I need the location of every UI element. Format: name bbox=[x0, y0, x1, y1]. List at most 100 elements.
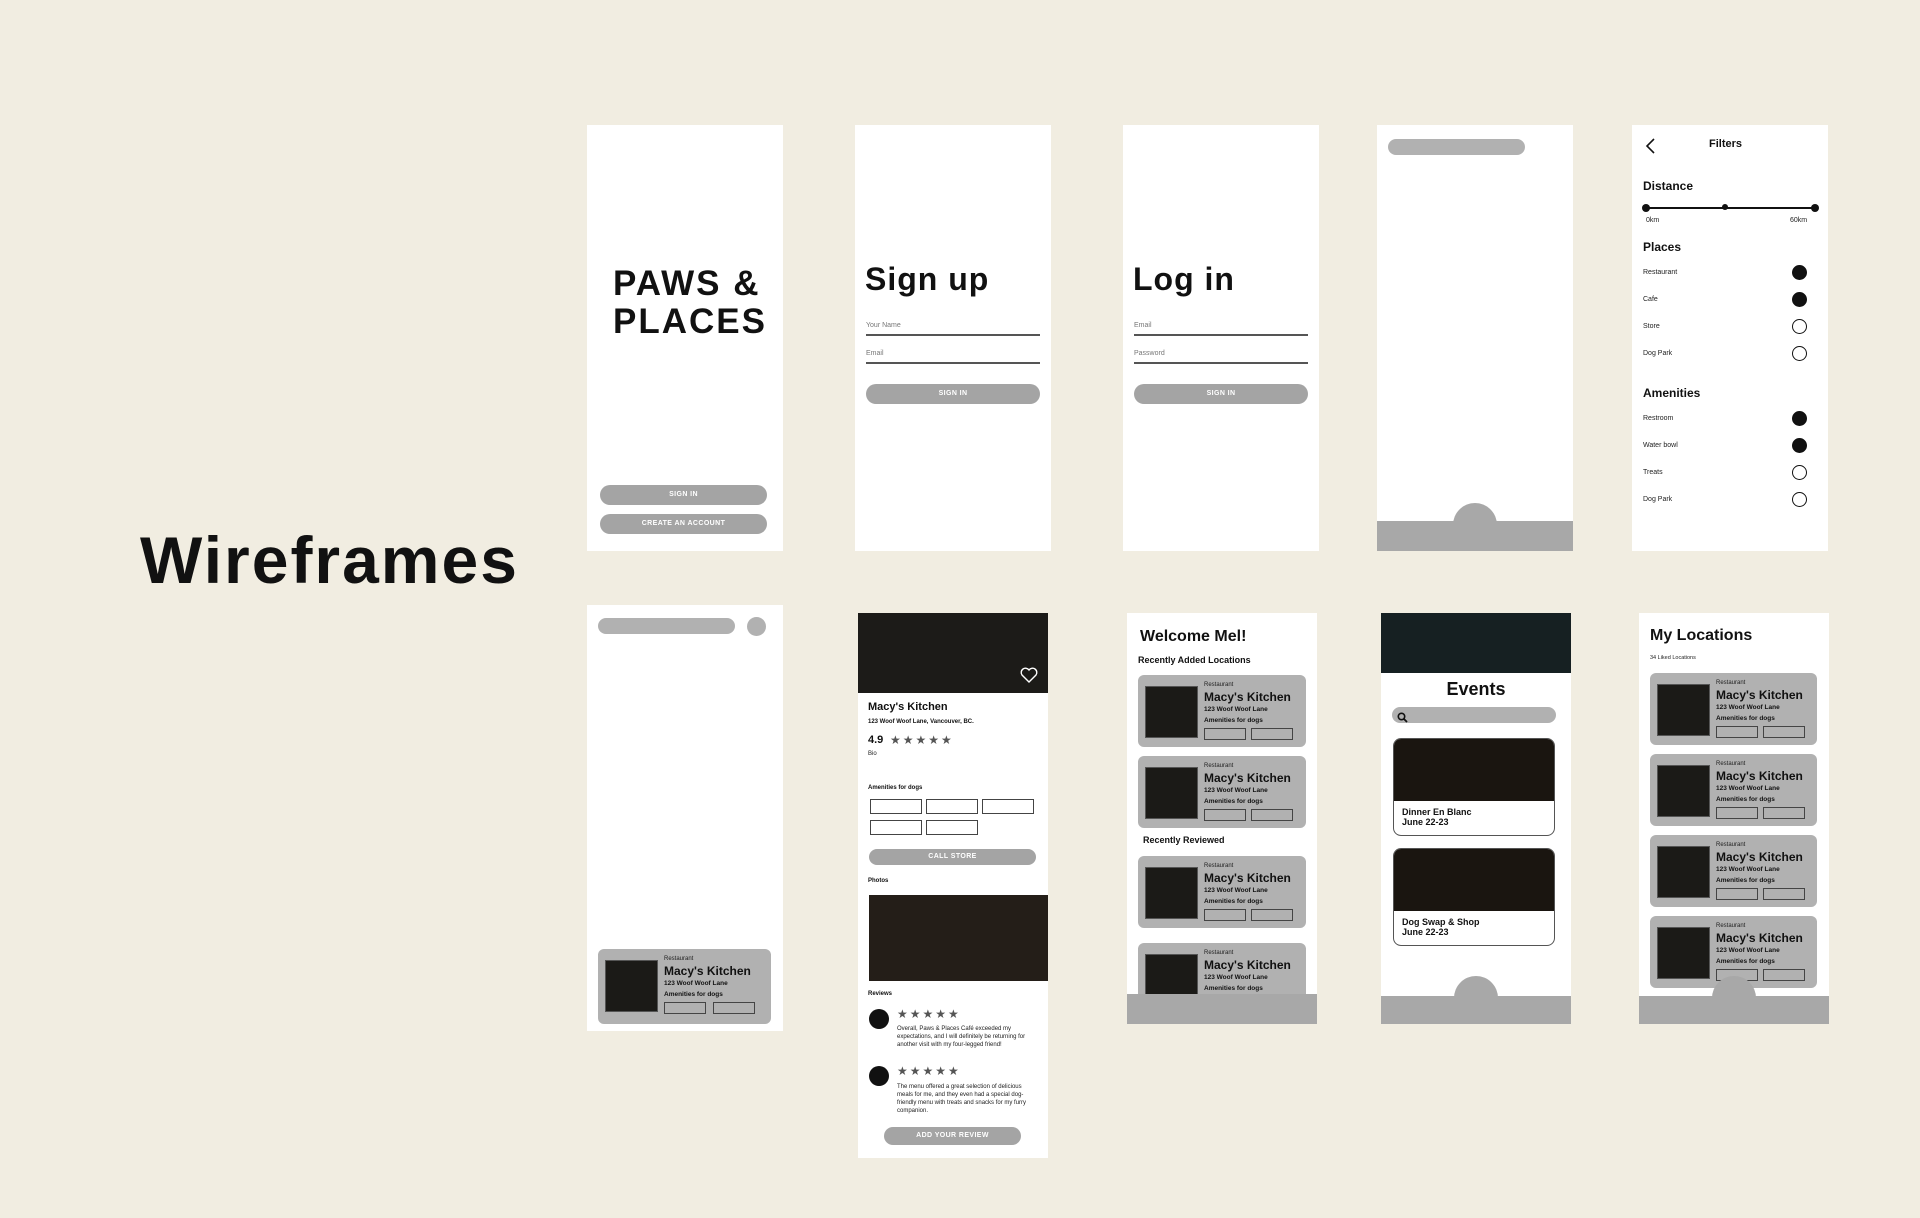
slider-handle-max[interactable] bbox=[1811, 204, 1819, 212]
filter-amenity-label: Treats bbox=[1643, 469, 1663, 476]
location-name: Macy's Kitchen bbox=[664, 964, 751, 978]
events-search-bar[interactable] bbox=[1392, 707, 1556, 723]
filter-place-toggle[interactable] bbox=[1792, 265, 1807, 280]
filter-amenity-toggle[interactable] bbox=[1792, 411, 1807, 426]
amenity-box bbox=[1716, 726, 1758, 738]
location-amenities: Amenities for dogs bbox=[1204, 717, 1263, 724]
reviews-title: Reviews bbox=[868, 991, 893, 997]
my-locations-title: My Locations bbox=[1650, 627, 1753, 644]
reviewer-avatar bbox=[869, 1066, 889, 1086]
logo-line-1: PAWS & bbox=[613, 264, 761, 303]
location-name: Macy's Kitchen bbox=[1204, 871, 1291, 885]
location-name: Macy's Kitchen bbox=[1204, 771, 1291, 785]
location-card[interactable]: Restaurant Macy's Kitchen 123 Woof Woof … bbox=[598, 949, 771, 1024]
filter-place-toggle[interactable] bbox=[1792, 346, 1807, 361]
amenity-box bbox=[1204, 909, 1246, 921]
sign-in-button[interactable]: SIGN IN bbox=[600, 485, 767, 505]
nav-center-button[interactable] bbox=[1454, 976, 1498, 998]
recent-added-title: Recently Added Locations bbox=[1138, 655, 1251, 665]
location-type: Restaurant bbox=[1716, 761, 1746, 767]
location-card[interactable]: Restaurant Macy's Kitchen 123 Woof Woof … bbox=[1138, 856, 1306, 928]
location-name: Macy's Kitchen bbox=[1716, 850, 1803, 864]
profile-avatar[interactable] bbox=[747, 617, 766, 636]
email-field[interactable]: Email bbox=[866, 350, 1040, 364]
amenity-box bbox=[1251, 728, 1293, 740]
location-name: Macy's Kitchen bbox=[1204, 690, 1291, 704]
location-amenities: Amenities for dogs bbox=[664, 991, 723, 998]
login-submit-button[interactable]: SIGN IN bbox=[1134, 384, 1308, 404]
location-card[interactable]: Restaurant Macy's Kitchen 123 Woof Woof … bbox=[1650, 754, 1817, 826]
home-screen: Welcome Mel! Recently Added Locations Re… bbox=[1127, 613, 1317, 1024]
location-name: Macy's Kitchen bbox=[1716, 931, 1803, 945]
location-type: Restaurant bbox=[1204, 763, 1234, 769]
location-image bbox=[1657, 765, 1710, 817]
amenity-box bbox=[1204, 809, 1246, 821]
location-image bbox=[1657, 846, 1710, 898]
location-type: Restaurant bbox=[1204, 863, 1234, 869]
heart-icon[interactable] bbox=[1020, 667, 1038, 683]
location-card[interactable]: Restaurant Macy's Kitchen 123 Woof Woof … bbox=[1650, 673, 1817, 745]
search-bar[interactable] bbox=[1388, 139, 1525, 155]
location-address: 123 Woof Woof Lane bbox=[1716, 866, 1780, 873]
location-card[interactable]: Restaurant Macy's Kitchen 123 Woof Woof … bbox=[1650, 835, 1817, 907]
amenity-box bbox=[713, 1002, 755, 1014]
signup-title: Sign up bbox=[865, 261, 990, 297]
location-address: 123 Woof Woof Lane bbox=[1204, 706, 1268, 713]
filter-amenity-toggle[interactable] bbox=[1792, 465, 1807, 480]
filter-place-toggle[interactable] bbox=[1792, 292, 1807, 307]
filters-screen: Filters Distance 0km 60km Places Restaur… bbox=[1632, 125, 1828, 551]
email-field[interactable]: Email bbox=[1134, 322, 1308, 336]
filter-place-label: Restaurant bbox=[1643, 269, 1678, 276]
location-address: 123 Woof Woof Lane bbox=[664, 980, 728, 987]
signup-screen: Sign up Your Name Email SIGN IN bbox=[855, 125, 1051, 551]
event-card[interactable]: Dinner En Blanc June 22-23 bbox=[1393, 738, 1555, 836]
photos-title: Photos bbox=[868, 878, 889, 884]
location-type: Restaurant bbox=[1716, 680, 1746, 686]
amenity-box bbox=[1251, 809, 1293, 821]
amenities-label: Amenities bbox=[1643, 386, 1701, 400]
welcome-title: Welcome Mel! bbox=[1140, 628, 1247, 645]
location-card[interactable]: Restaurant Macy's Kitchen 123 Woof Woof … bbox=[1138, 756, 1306, 828]
filter-place-toggle[interactable] bbox=[1792, 319, 1807, 334]
location-card[interactable]: Restaurant Macy's Kitchen 123 Woof Woof … bbox=[1138, 675, 1306, 747]
photo-gallery[interactable] bbox=[869, 895, 1048, 981]
event-date: June 22-23 bbox=[1402, 927, 1449, 937]
location-amenities: Amenities for dogs bbox=[1716, 715, 1775, 722]
signup-submit-button[interactable]: SIGN IN bbox=[866, 384, 1040, 404]
events-screen: Events Dinner En Blanc June 22-23 Dog Sw… bbox=[1381, 613, 1571, 1024]
password-field[interactable]: Password bbox=[1134, 350, 1308, 364]
location-amenities: Amenities for dogs bbox=[1204, 985, 1263, 992]
logo-line-2: PLACES bbox=[613, 302, 767, 341]
liked-count: 34 Liked Locations bbox=[1650, 655, 1696, 661]
create-account-button[interactable]: CREATE AN ACCOUNT bbox=[600, 514, 767, 534]
back-icon[interactable] bbox=[1644, 137, 1658, 155]
location-amenities: Amenities for dogs bbox=[1716, 796, 1775, 803]
amenity-box bbox=[1251, 909, 1293, 921]
amenity-box bbox=[870, 820, 922, 835]
slider-handle-min[interactable] bbox=[1642, 204, 1650, 212]
slider-handle-mid[interactable] bbox=[1722, 204, 1728, 210]
login-title: Log in bbox=[1133, 261, 1235, 297]
amenity-box bbox=[1763, 807, 1805, 819]
login-screen: Log in Email Password SIGN IN bbox=[1123, 125, 1319, 551]
amenity-box bbox=[1716, 888, 1758, 900]
distance-max: 60km bbox=[1790, 217, 1808, 224]
name-field[interactable]: Your Name bbox=[866, 322, 1040, 336]
amenity-box bbox=[926, 820, 978, 835]
search-bar[interactable] bbox=[598, 618, 735, 634]
add-review-button[interactable]: ADD YOUR REVIEW bbox=[884, 1127, 1021, 1145]
amenity-box bbox=[926, 799, 978, 814]
event-card[interactable]: Dog Swap & Shop June 22-23 bbox=[1393, 848, 1555, 946]
call-store-button[interactable]: CALL STORE bbox=[869, 849, 1036, 865]
event-date: June 22-23 bbox=[1402, 817, 1449, 827]
event-image bbox=[1394, 739, 1554, 801]
app-logo: PAWS & PLACES bbox=[613, 265, 767, 341]
location-type: Restaurant bbox=[1204, 682, 1234, 688]
review-stars: ★★★★★ bbox=[897, 1007, 961, 1021]
filter-amenity-toggle[interactable] bbox=[1792, 492, 1807, 507]
amenities-title: Amenities for dogs bbox=[868, 785, 923, 791]
location-address: 123 Woof Woof Lane bbox=[1716, 785, 1780, 792]
distance-slider[interactable] bbox=[1642, 204, 1819, 212]
filter-amenity-toggle[interactable] bbox=[1792, 438, 1807, 453]
place-name: Macy's Kitchen bbox=[868, 701, 948, 713]
